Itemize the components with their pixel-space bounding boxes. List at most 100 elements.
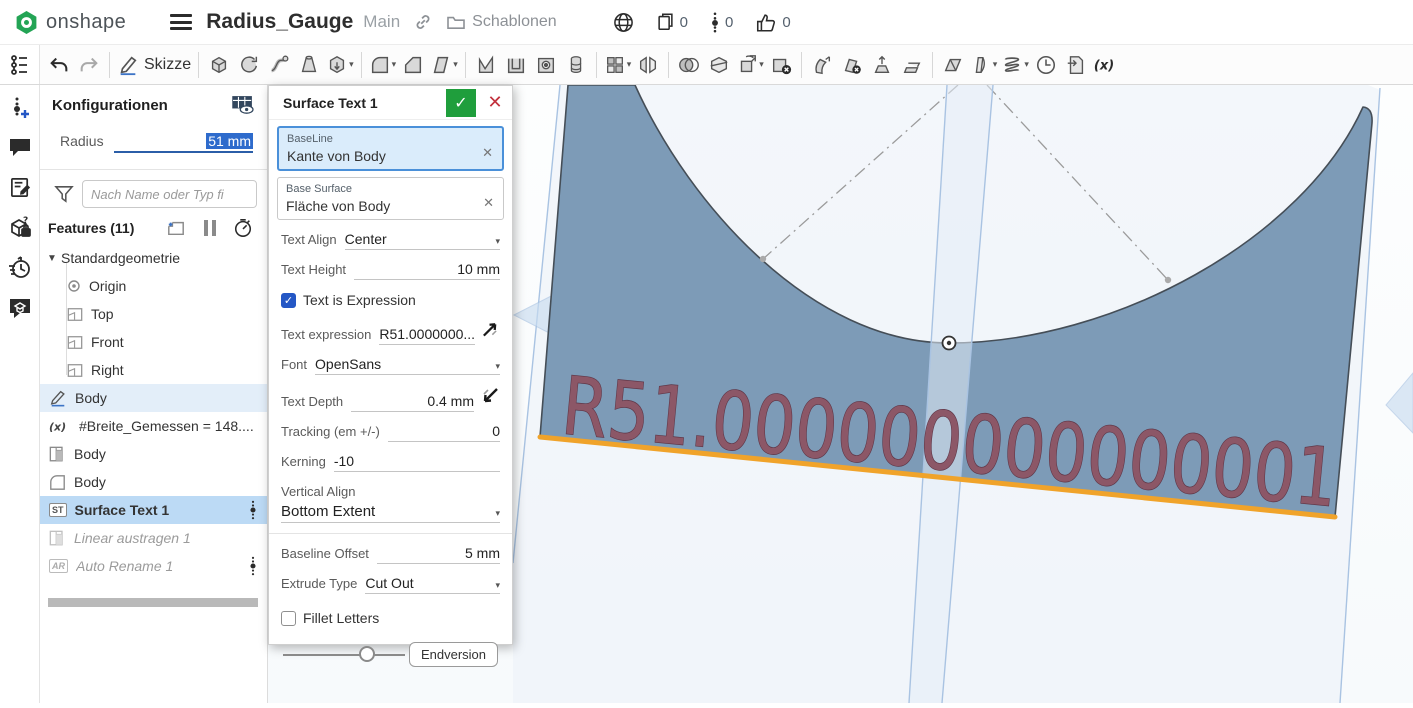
extract-face-button[interactable] <box>867 49 897 81</box>
tree-item-right-plane[interactable]: Right <box>40 356 267 384</box>
onshape-logo[interactable]: onshape <box>14 10 126 35</box>
enclose-button[interactable]: ▾ <box>968 49 1000 81</box>
pattern-caret-icon[interactable]: ▾ <box>627 59 632 70</box>
filter-icon[interactable] <box>54 185 74 203</box>
tree-item-fillet-body[interactable]: Body <box>40 468 267 496</box>
public-globe-icon[interactable] <box>613 12 634 33</box>
tree-item-front-plane[interactable]: Front <box>40 328 267 356</box>
text-height-input[interactable]: 10 mm <box>354 261 500 280</box>
comments-icon[interactable] <box>0 130 40 164</box>
history-icon[interactable] <box>0 251 40 285</box>
base-surface-selection-box[interactable]: Base Surface Fläche von Body ✕ <box>277 177 504 220</box>
fillet-button[interactable]: ▾ <box>367 49 399 81</box>
cancel-button[interactable]: ✕ <box>482 89 508 117</box>
redo-button[interactable] <box>74 49 104 81</box>
shell-button[interactable] <box>501 49 531 81</box>
font-dropdown[interactable]: OpenSans ▾ <box>315 356 500 375</box>
delete-face-button[interactable] <box>837 49 867 81</box>
final-slider-handle[interactable] <box>358 645 375 662</box>
revolve-button[interactable] <box>234 49 264 81</box>
text-align-dropdown[interactable]: Center ▾ <box>344 231 500 250</box>
tree-item-origin[interactable]: Origin <box>40 272 267 300</box>
delete-part-button[interactable] <box>766 49 796 81</box>
feature-list-icon[interactable] <box>0 45 40 85</box>
boolean-button[interactable] <box>674 49 704 81</box>
rib-button[interactable] <box>471 49 501 81</box>
thicken-button[interactable]: ▾ <box>324 49 356 81</box>
tree-item-surface-text-1[interactable]: ST Surface Text 1 <box>40 496 267 524</box>
measure-clock-button[interactable] <box>1031 49 1061 81</box>
enclose-caret-icon[interactable]: ▾ <box>993 59 998 70</box>
move-face-button[interactable] <box>807 49 837 81</box>
flip-direction-icon[interactable] <box>481 319 500 339</box>
tree-item-variable[interactable]: (x) #Breite_Gemessen = 148.... <box>40 412 267 440</box>
baseline-selection-box[interactable]: BaseLine Kante von Body ✕ <box>277 126 504 171</box>
add-folder-icon[interactable] <box>165 219 187 237</box>
chevron-down-icon[interactable]: ▼ <box>47 253 61 264</box>
document-menu-icon[interactable] <box>170 14 193 30</box>
transform-caret-icon[interactable]: ▾ <box>759 59 764 70</box>
chamfer-button[interactable] <box>398 49 428 81</box>
plane-button[interactable] <box>938 49 968 81</box>
tree-item-auto-rename[interactable]: AR Auto Rename 1 <box>40 552 267 580</box>
accept-button[interactable]: ✓ <box>446 88 476 117</box>
edit-notes-icon[interactable] <box>0 170 40 204</box>
import-button[interactable] <box>1061 49 1091 81</box>
text-depth-input[interactable]: 0.4 mm <box>351 393 474 412</box>
tree-item-linear-austragen[interactable]: Linear austragen 1 <box>40 524 267 552</box>
linear-pattern-button[interactable] <box>561 49 591 81</box>
variable-button[interactable]: (x) <box>1091 49 1121 81</box>
extrude-type-dropdown[interactable]: Cut Out ▾ <box>365 575 500 594</box>
helix-caret-icon[interactable]: ▾ <box>1024 59 1029 70</box>
tree-item-standardgeometrie[interactable]: ▼ Standardgeometrie <box>40 244 267 272</box>
versions-counter[interactable]: 0 <box>710 11 733 33</box>
suppress-pause-icon[interactable] <box>203 219 217 237</box>
text-is-expression-row[interactable]: ✓ Text is Expression <box>269 292 512 308</box>
undo-button[interactable] <box>44 49 74 81</box>
vertical-align-dropdown[interactable]: Bottom Extent ▾ <box>281 503 500 523</box>
clear-base-surface-icon[interactable]: ✕ <box>483 195 494 211</box>
sweep-button[interactable] <box>264 49 294 81</box>
baseline-offset-input[interactable]: 5 mm <box>376 545 500 564</box>
pattern-button[interactable]: ▾ <box>602 49 634 81</box>
filter-input[interactable]: Nach Name oder Typ fi <box>82 180 257 208</box>
folder-name[interactable]: Schablonen <box>472 13 557 31</box>
fillet-caret-icon[interactable]: ▾ <box>392 59 397 70</box>
likes-counter[interactable]: 0 <box>755 12 791 33</box>
permissions-cube-icon[interactable]: ? <box>0 211 40 245</box>
version-marker-icon[interactable] <box>249 556 257 576</box>
version-marker-icon[interactable] <box>249 500 257 520</box>
tree-item-sketch-body[interactable]: Body <box>40 384 267 412</box>
arc-vertex-marker[interactable] <box>941 335 957 351</box>
learning-center-icon[interactable] <box>0 291 40 325</box>
flip-depth-direction-icon[interactable] <box>480 386 500 406</box>
text-is-expression-checkbox[interactable]: ✓ <box>281 292 296 308</box>
create-version-icon[interactable] <box>0 91 40 125</box>
final-slider[interactable] <box>283 645 405 662</box>
fillet-letters-row[interactable]: Fillet Letters <box>269 610 512 626</box>
rollback-timer-icon[interactable] <box>233 218 253 238</box>
mirror-button[interactable] <box>633 49 663 81</box>
workspace-name[interactable]: Main <box>363 12 400 32</box>
split-button[interactable] <box>704 49 734 81</box>
tracking-input[interactable]: 0 <box>387 423 500 442</box>
draft-caret-icon[interactable]: ▾ <box>453 59 458 70</box>
clear-baseline-icon[interactable]: ✕ <box>482 145 493 161</box>
document-title[interactable]: Radius_Gauge <box>206 10 353 34</box>
helix-button[interactable]: ▾ <box>999 49 1031 81</box>
tree-item-top-plane[interactable]: Top <box>40 300 267 328</box>
thicken-caret-icon[interactable]: ▾ <box>349 59 354 70</box>
fillet-letters-checkbox[interactable] <box>281 610 296 626</box>
link-icon[interactable] <box>414 13 432 31</box>
hole-button[interactable] <box>531 49 561 81</box>
transform-button[interactable]: ▾ <box>734 49 766 81</box>
loft-button[interactable] <box>294 49 324 81</box>
tree-item-extrude-body[interactable]: Body <box>40 440 267 468</box>
draft-button[interactable]: ▾ <box>428 49 460 81</box>
rollback-bar[interactable] <box>48 598 258 607</box>
kerning-input[interactable]: -10 <box>333 453 500 472</box>
configuration-table-icon[interactable] <box>231 95 255 115</box>
copies-counter[interactable]: 0 <box>656 12 688 32</box>
folder-icon[interactable]: Schablonen <box>446 13 557 31</box>
text-expression-input[interactable]: R51.0000000... <box>379 326 476 345</box>
